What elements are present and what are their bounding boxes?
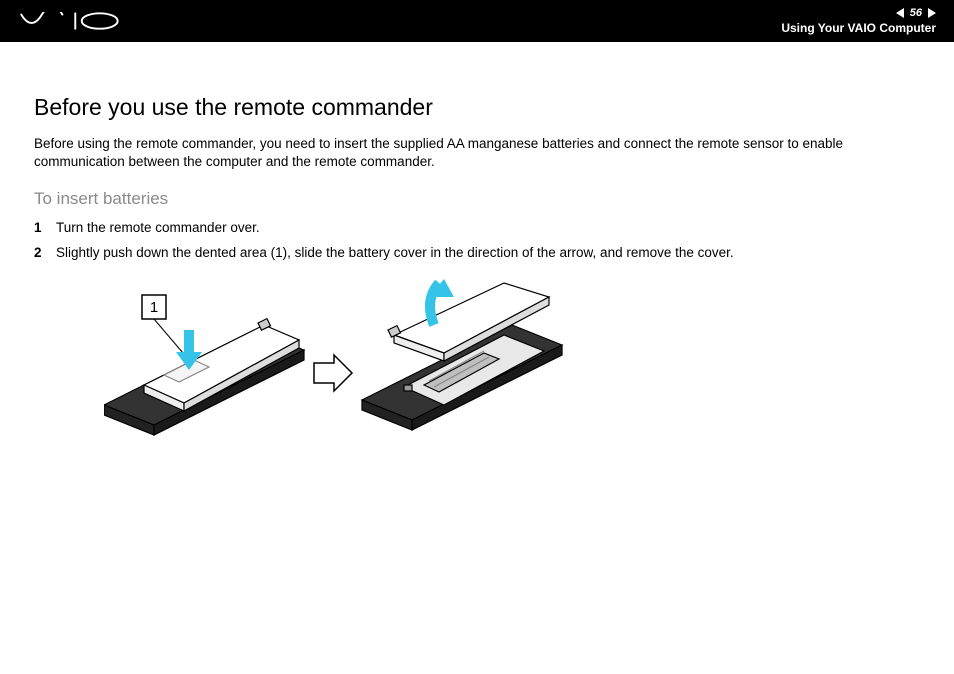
step-text: Turn the remote commander over. bbox=[56, 219, 260, 238]
subtitle: To insert batteries bbox=[34, 189, 920, 209]
intro-paragraph: Before using the remote commander, you n… bbox=[34, 135, 920, 171]
steps-list: Turn the remote commander over. Slightly… bbox=[34, 219, 920, 263]
header-right: 56 Using Your VAIO Computer bbox=[781, 7, 936, 35]
header-bar: 56 Using Your VAIO Computer bbox=[0, 0, 954, 42]
prev-page-icon[interactable] bbox=[896, 8, 904, 18]
page-title: Before you use the remote commander bbox=[34, 94, 920, 121]
step-text: Slightly push down the dented area (1), … bbox=[56, 244, 734, 263]
section-label: Using Your VAIO Computer bbox=[781, 21, 936, 35]
vaio-logo bbox=[20, 12, 123, 30]
figure-illustration: 1 bbox=[104, 275, 564, 485]
callout-1-text: 1 bbox=[150, 299, 158, 316]
transition-arrow-icon bbox=[314, 355, 352, 391]
page-number: 56 bbox=[910, 7, 922, 19]
page-nav: 56 bbox=[896, 7, 936, 19]
step-item: Turn the remote commander over. bbox=[34, 219, 920, 238]
next-page-icon[interactable] bbox=[928, 8, 936, 18]
content-area: Before you use the remote commander Befo… bbox=[0, 42, 954, 485]
step-item: Slightly push down the dented area (1), … bbox=[34, 244, 920, 263]
left-remote bbox=[104, 319, 304, 435]
